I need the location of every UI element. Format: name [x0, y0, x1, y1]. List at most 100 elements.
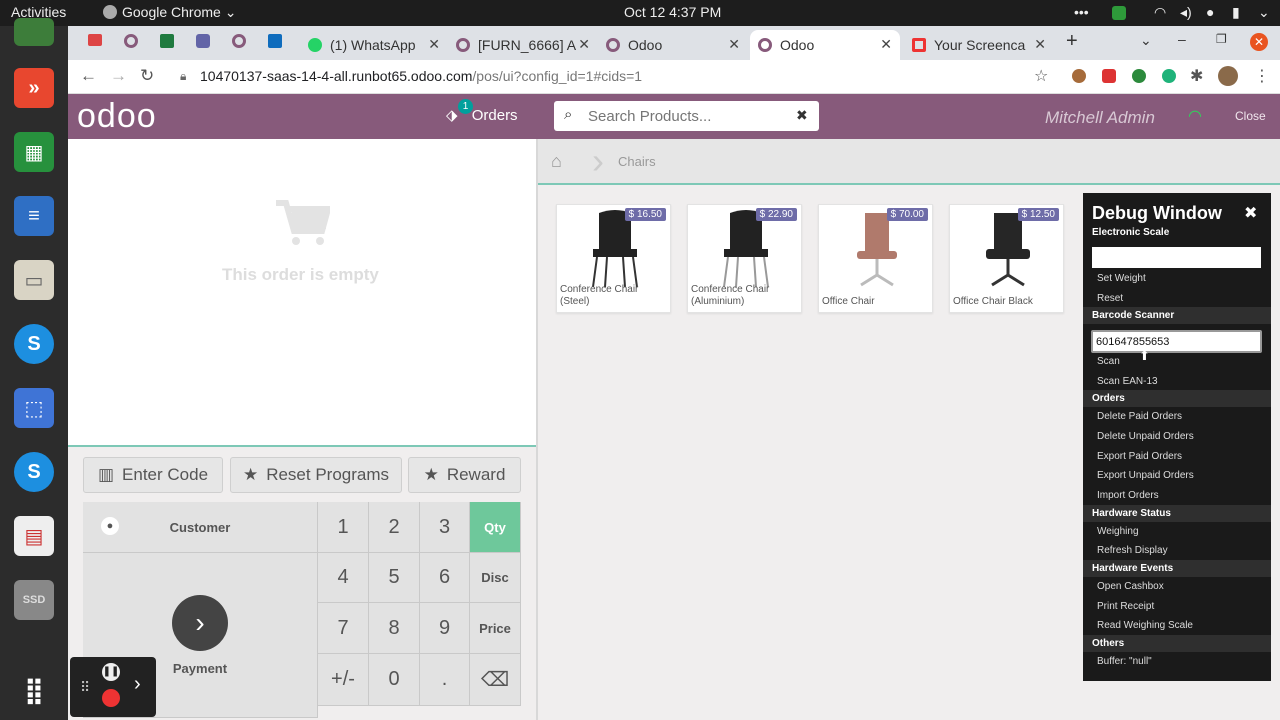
volume-icon[interactable]: ◂): [1180, 4, 1192, 21]
cashier-name[interactable]: Mitchell Admin: [1045, 108, 1155, 128]
numpad-key-7[interactable]: 7: [318, 603, 369, 654]
refresh-display-button[interactable]: Refresh Display: [1097, 545, 1168, 556]
odoo-pinned-tab-icon-2[interactable]: [232, 34, 246, 48]
show-apps-icon[interactable]: ⣿: [14, 670, 54, 710]
scan-ean13-button[interactable]: Scan EAN-13: [1097, 376, 1158, 387]
battery-icon[interactable]: ▮: [1232, 4, 1240, 21]
close-tab-icon[interactable]: ✕: [428, 36, 440, 53]
anydesk-dock-icon[interactable]: »: [14, 68, 54, 108]
new-tab-button[interactable]: +: [1066, 30, 1078, 53]
weighing-status[interactable]: Weighing: [1097, 526, 1139, 537]
breadcrumb-category[interactable]: Chairs: [618, 154, 656, 169]
product-card-office-chair-black[interactable]: $ 12.50 Office Chair Black: [949, 204, 1064, 313]
delete-unpaid-orders-button[interactable]: Delete Unpaid Orders: [1097, 431, 1194, 442]
home-icon[interactable]: ⌂: [551, 151, 562, 172]
orders-button[interactable]: ⬗ 1 Orders: [446, 99, 518, 124]
extension-icon-2[interactable]: [1102, 69, 1116, 83]
files-dock-icon[interactable]: ▭: [14, 260, 54, 300]
stop-record-icon[interactable]: [102, 689, 120, 707]
chrome-dock-icon[interactable]: [14, 18, 54, 46]
print-receipt-button[interactable]: Print Receipt: [1097, 601, 1154, 612]
mode-price-button[interactable]: Price: [470, 603, 521, 654]
customer-button[interactable]: ● Customer: [83, 502, 318, 553]
close-window-button[interactable]: ✕: [1250, 33, 1268, 51]
search-products-input[interactable]: [588, 105, 788, 127]
numpad-key-decimal[interactable]: .: [420, 654, 470, 706]
extension-icon-3[interactable]: [1132, 69, 1146, 83]
clear-search-icon[interactable]: ✖: [796, 107, 808, 124]
mic-icon[interactable]: ●: [1206, 4, 1214, 20]
numpad-key-plus-minus[interactable]: +/-: [318, 654, 369, 706]
lock-icon[interactable]: 🔒︎: [180, 69, 186, 84]
close-tab-icon[interactable]: ✕: [728, 36, 740, 53]
tab-odoo-active[interactable]: Odoo ✕: [750, 30, 900, 60]
close-tab-icon[interactable]: ✕: [880, 36, 892, 53]
excel-tab-icon[interactable]: [160, 34, 174, 48]
numpad-key-2[interactable]: 2: [369, 502, 420, 553]
tab-screencast[interactable]: Your Screenca ✕: [904, 30, 1054, 60]
clock[interactable]: Oct 12 4:37 PM: [624, 4, 721, 20]
numpad-key-3[interactable]: 3: [420, 502, 470, 553]
app-menu[interactable]: Google Chrome ⌄: [103, 4, 236, 21]
screenshot-dock-icon[interactable]: ⬚: [14, 388, 54, 428]
skype-preview-dock-icon[interactable]: S: [14, 452, 54, 492]
connection-wifi-icon[interactable]: ◠: [1188, 106, 1202, 126]
numpad-key-9[interactable]: 9: [420, 603, 470, 654]
numpad-key-5[interactable]: 5: [369, 553, 420, 603]
enter-code-button[interactable]: ▥ Enter Code: [83, 457, 223, 493]
extensions-puzzle-icon[interactable]: ✱: [1190, 66, 1203, 86]
close-pos-button[interactable]: Close: [1235, 109, 1266, 123]
status-check-icon[interactable]: [1112, 6, 1126, 20]
tab-furn[interactable]: [FURN_6666] A ✕: [448, 30, 598, 60]
wifi-icon[interactable]: ◠: [1154, 4, 1166, 21]
product-card-conference-chair-aluminium[interactable]: $ 22.90 Conference Chair (Aluminium): [687, 204, 802, 313]
outlook-tab-icon[interactable]: [268, 34, 282, 48]
expand-chevron-icon[interactable]: ›: [134, 673, 141, 696]
numpad-key-8[interactable]: 8: [369, 603, 420, 654]
writer-dock-icon[interactable]: ≡: [14, 196, 54, 236]
barcode-input[interactable]: 601647855653: [1091, 330, 1262, 353]
close-debug-icon[interactable]: ✖: [1244, 203, 1257, 223]
mode-qty-button[interactable]: Qty: [470, 502, 521, 553]
drag-handle-icon[interactable]: ⠿: [80, 679, 90, 696]
export-unpaid-orders-button[interactable]: Export Unpaid Orders: [1097, 470, 1194, 481]
spreadsheet-dock-icon[interactable]: ▦: [14, 132, 54, 172]
grammarly-icon[interactable]: [1162, 69, 1176, 83]
product-card-office-chair[interactable]: $ 70.00 Office Chair: [818, 204, 933, 313]
extension-icon-1[interactable]: [1072, 69, 1086, 83]
more-icon[interactable]: •••: [1074, 4, 1089, 20]
reload-icon[interactable]: ↻: [140, 66, 154, 86]
skype-dock-icon[interactable]: S: [14, 324, 54, 364]
forward-icon[interactable]: →: [110, 66, 127, 86]
odoo-pinned-tab-icon[interactable]: [124, 34, 138, 48]
close-tab-icon[interactable]: ✕: [578, 36, 590, 53]
ssd-dock-icon[interactable]: SSD: [14, 580, 54, 620]
bookmark-star-icon[interactable]: ☆: [1034, 66, 1048, 86]
url-field[interactable]: 10470137-saas-14-4-all.runbot65.odoo.com…: [200, 68, 642, 84]
maximize-button[interactable]: ❐: [1216, 32, 1227, 46]
pause-icon[interactable]: ❚❚: [102, 663, 120, 681]
product-card-conference-chair-steel[interactable]: $ 16.50 Conference Chair (Steel): [556, 204, 671, 313]
delete-paid-orders-button[interactable]: Delete Paid Orders: [1097, 411, 1182, 422]
document-viewer-dock-icon[interactable]: ▤: [14, 516, 54, 556]
mode-disc-button[interactable]: Disc: [470, 553, 521, 603]
teams-tab-icon[interactable]: [196, 34, 210, 48]
numpad-key-4[interactable]: 4: [318, 553, 369, 603]
back-icon[interactable]: ←: [80, 66, 97, 86]
import-orders-button[interactable]: Import Orders: [1097, 490, 1159, 501]
reset-weight-button[interactable]: Reset: [1097, 293, 1123, 304]
reward-button[interactable]: ★ Reward: [408, 457, 521, 493]
browser-menu-icon[interactable]: ⋮: [1254, 66, 1270, 86]
tab-odoo[interactable]: Odoo ✕: [598, 30, 748, 60]
power-menu-icon[interactable]: ⌄: [1258, 4, 1270, 21]
scan-button[interactable]: Scan: [1097, 356, 1120, 367]
numpad-key-6[interactable]: 6: [420, 553, 470, 603]
numpad-key-0[interactable]: 0: [369, 654, 420, 706]
minimize-button[interactable]: –: [1178, 31, 1186, 47]
tab-search-icon[interactable]: ⌄: [1140, 32, 1152, 49]
export-paid-orders-button[interactable]: Export Paid Orders: [1097, 451, 1182, 462]
close-tab-icon[interactable]: ✕: [1034, 36, 1046, 53]
numpad-key-1[interactable]: 1: [318, 502, 369, 553]
set-weight-button[interactable]: Set Weight: [1097, 273, 1146, 284]
reset-programs-button[interactable]: ★ Reset Programs: [230, 457, 402, 493]
